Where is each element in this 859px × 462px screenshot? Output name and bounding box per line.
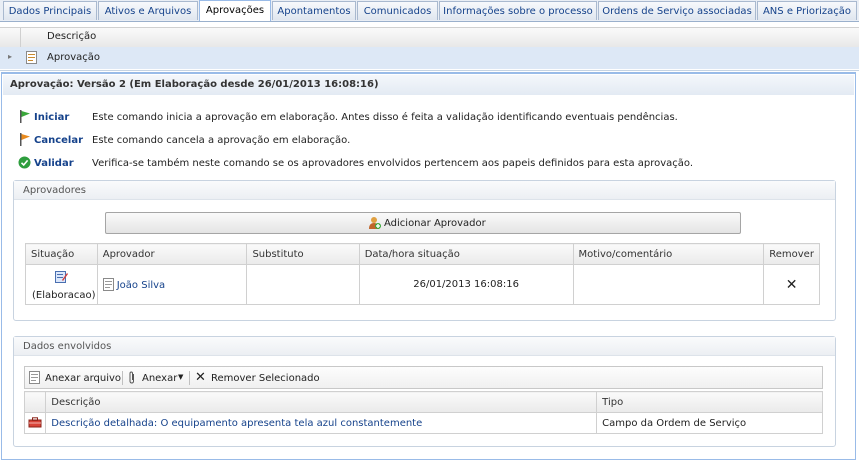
dados-envolvidos-legend: Dados envolvidos bbox=[23, 341, 112, 352]
edit-document-icon[interactable] bbox=[55, 270, 68, 283]
grid-row-aprovacao[interactable]: ▸ Aprovação bbox=[0, 47, 859, 69]
iniciar-button[interactable]: Iniciar bbox=[34, 112, 69, 123]
approval-list-grid: Descrição ▸ Aprovação bbox=[0, 21, 859, 71]
document-icon bbox=[102, 278, 114, 291]
cancelar-description: Este comando cancela a aprovação em elab… bbox=[92, 135, 351, 146]
data-hora-value: 26/01/2013 16:08:16 bbox=[358, 264, 574, 305]
cancelar-button[interactable]: Cancelar bbox=[34, 135, 83, 146]
dados-envolvidos-table: Descrição Tipo Descrição detalhada: O eq… bbox=[23, 391, 823, 434]
adicionar-aprovador-button[interactable]: Adicionar Aprovador bbox=[105, 212, 741, 234]
tab-ans-priorizacao[interactable]: ANS e Priorização bbox=[757, 1, 857, 20]
chevron-down-icon[interactable]: ▼ bbox=[178, 373, 183, 381]
attachments-toolbar: Anexar arquivo Anexar ▼ ✕ Remover Seleci… bbox=[24, 366, 823, 389]
validar-description: Verifica-se também neste comando se os a… bbox=[92, 158, 694, 169]
situacao-value: (Elaboracao) bbox=[32, 289, 96, 301]
anexar-dropdown-button[interactable]: Anexar bbox=[142, 373, 177, 384]
remover-selecionado-button[interactable]: Remover Selecionado bbox=[211, 373, 320, 384]
column-data-hora[interactable]: Data/hora situação bbox=[358, 243, 574, 265]
add-user-icon bbox=[369, 217, 381, 229]
tab-aprovacoes[interactable]: Aprovações bbox=[199, 0, 271, 21]
row-label: Aprovação bbox=[47, 52, 100, 63]
aprovadores-table: Situação Aprovador Substituto Data/hora … bbox=[25, 243, 820, 305]
close-icon: ✕ bbox=[195, 370, 206, 385]
tab-bar: Dados Principais Ativos e Arquivos Aprov… bbox=[0, 0, 859, 22]
tipo-value: Campo da Ordem de Serviço bbox=[596, 412, 823, 434]
document-icon bbox=[26, 51, 37, 64]
iniciar-description: Este comando inicia a aprovação em elabo… bbox=[92, 112, 678, 123]
column-descricao[interactable]: Descrição bbox=[47, 31, 96, 42]
panel-title: Aprovação: Versão 2 (Em Elaboração desde… bbox=[3, 75, 854, 95]
column-descricao[interactable]: Descrição bbox=[45, 391, 598, 413]
tab-ativos-arquivos[interactable]: Ativos e Arquivos bbox=[98, 1, 198, 20]
remove-aprovador-icon[interactable]: ✕ bbox=[763, 264, 820, 305]
check-circle-icon bbox=[18, 156, 31, 169]
validar-button[interactable]: Validar bbox=[34, 158, 74, 169]
table-row[interactable]: Descrição detalhada: O equipamento apres… bbox=[23, 412, 823, 434]
grid-header: Descrição bbox=[0, 27, 859, 48]
anexar-arquivo-button[interactable]: Anexar arquivo bbox=[45, 373, 121, 384]
orange-flag-icon bbox=[20, 133, 30, 146]
toolbox-icon bbox=[28, 417, 42, 428]
column-remover[interactable]: Remover bbox=[763, 243, 820, 265]
column-situacao[interactable]: Situação bbox=[25, 243, 98, 265]
aprovador-link[interactable]: João Silva bbox=[117, 280, 165, 291]
paperclip-icon bbox=[129, 371, 134, 384]
expand-arrow-icon[interactable]: ▸ bbox=[8, 52, 12, 61]
substituto-value bbox=[246, 264, 360, 305]
motivo-value bbox=[572, 264, 765, 305]
column-tipo[interactable]: Tipo bbox=[596, 391, 823, 413]
aprovadores-legend: Aprovadores bbox=[23, 185, 86, 196]
descricao-link[interactable]: Descrição detalhada: O equipamento apres… bbox=[51, 418, 422, 429]
tab-comunicados[interactable]: Comunicados bbox=[357, 1, 438, 20]
column-aprovador[interactable]: Aprovador bbox=[96, 243, 248, 265]
table-row[interactable]: (Elaboracao) João Silva 26/01/2013 16:08… bbox=[25, 264, 820, 305]
column-substituto[interactable]: Substituto bbox=[246, 243, 360, 265]
document-icon bbox=[29, 371, 40, 384]
tab-informacoes-processo[interactable]: Informações sobre o processo bbox=[439, 1, 597, 20]
tab-dados-principais[interactable]: Dados Principais bbox=[3, 1, 97, 20]
tab-ordens-servico[interactable]: Ordens de Serviço associadas bbox=[598, 1, 756, 20]
column-motivo[interactable]: Motivo/comentário bbox=[572, 243, 765, 265]
green-flag-icon bbox=[20, 110, 30, 123]
tab-apontamentos[interactable]: Apontamentos bbox=[272, 1, 356, 20]
